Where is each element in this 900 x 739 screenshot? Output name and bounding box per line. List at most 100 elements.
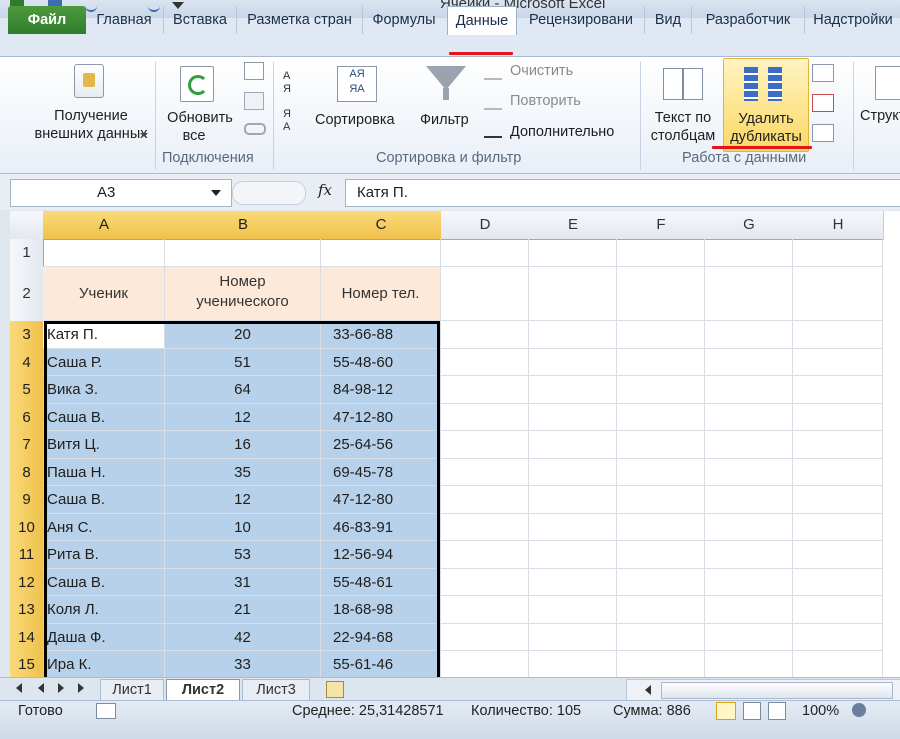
row-header-11[interactable]: 11 <box>10 541 44 570</box>
cell-a10[interactable]: Аня С. <box>43 513 165 541</box>
cell-a8[interactable]: Паша Н. <box>43 458 165 486</box>
page-break-view-icon[interactable] <box>768 702 786 720</box>
tab-addins[interactable]: Надстройки <box>804 6 900 34</box>
cell-h15[interactable] <box>793 651 883 677</box>
cell-e10[interactable] <box>529 513 617 541</box>
cell-h7[interactable] <box>793 431 883 459</box>
cell-a5[interactable]: Вика З. <box>43 376 165 404</box>
cell-c11[interactable]: 12-56-94 <box>321 541 441 569</box>
row-header-6[interactable]: 6 <box>10 403 44 432</box>
cell-g10[interactable] <box>705 513 793 541</box>
zoom-out-icon[interactable] <box>852 703 866 717</box>
cell-f4[interactable] <box>617 348 705 376</box>
cell-f1[interactable] <box>617 239 705 267</box>
cell-e15[interactable] <box>529 651 617 677</box>
scroll-left-icon[interactable] <box>645 685 651 695</box>
cell-b6[interactable]: 12 <box>165 403 321 431</box>
cell-c10[interactable]: 46-83-91 <box>321 513 441 541</box>
cell-d9[interactable] <box>441 486 529 514</box>
cell-b5[interactable]: 64 <box>165 376 321 404</box>
cell-e7[interactable] <box>529 431 617 459</box>
cell-c12[interactable]: 55-48-61 <box>321 568 441 596</box>
cell-h11[interactable] <box>793 541 883 569</box>
cell-c5[interactable]: 84-98-12 <box>321 376 441 404</box>
cell-d14[interactable] <box>441 623 529 651</box>
cell-g8[interactable] <box>705 458 793 486</box>
select-all-corner[interactable] <box>10 211 44 240</box>
cell-f8[interactable] <box>617 458 705 486</box>
sheet-tab-2[interactable]: Лист2 <box>166 679 240 701</box>
cell-e3[interactable] <box>529 321 617 349</box>
refresh-all-button[interactable]: Обновить все <box>160 60 240 150</box>
cell-a15[interactable]: Ира К. <box>43 651 165 677</box>
column-header-e[interactable]: E <box>529 211 618 240</box>
cell-c14[interactable]: 22-94-68 <box>321 623 441 651</box>
first-sheet-icon[interactable] <box>16 683 22 693</box>
worksheet-grid[interactable]: A B C D E F G H 1 2 Ученик Номер ученического Номер т… <box>10 211 900 677</box>
cell-b15[interactable]: 33 <box>165 651 321 677</box>
cell-b11[interactable]: 53 <box>165 541 321 569</box>
row-header-1[interactable]: 1 <box>10 239 44 268</box>
tab-review[interactable]: Рецензировани <box>520 6 642 34</box>
outline-button[interactable]: Структ <box>860 108 900 125</box>
data-validation-icon[interactable] <box>812 64 834 82</box>
cell-h12[interactable] <box>793 568 883 596</box>
next-sheet-icon[interactable] <box>58 683 64 693</box>
cell-b14[interactable]: 42 <box>165 623 321 651</box>
column-header-c[interactable]: C <box>321 211 442 240</box>
prev-sheet-icon[interactable] <box>38 683 44 693</box>
cell-f12[interactable] <box>617 568 705 596</box>
name-box[interactable]: A3 <box>10 179 232 207</box>
cell-g5[interactable] <box>705 376 793 404</box>
cell-g12[interactable] <box>705 568 793 596</box>
cell-h13[interactable] <box>793 596 883 624</box>
cell-h2[interactable] <box>793 267 883 321</box>
clear-button[interactable]: Очистить <box>510 63 573 79</box>
cell-g7[interactable] <box>705 431 793 459</box>
cell-a9[interactable]: Саша В. <box>43 486 165 514</box>
cell-a1[interactable] <box>43 239 165 267</box>
advanced-button[interactable]: Дополнительно <box>510 124 614 140</box>
cell-f14[interactable] <box>617 623 705 651</box>
row-header-15[interactable]: 15 <box>10 651 44 677</box>
cell-b4[interactable]: 51 <box>165 348 321 376</box>
cell-e12[interactable] <box>529 568 617 596</box>
cell-c3[interactable]: 33-66-88 <box>321 321 441 349</box>
cell-h4[interactable] <box>793 348 883 376</box>
cell-f10[interactable] <box>617 513 705 541</box>
cell-f9[interactable] <box>617 486 705 514</box>
cell-d2[interactable] <box>441 267 529 321</box>
sort-za-icon[interactable]: ЯА <box>283 108 303 136</box>
cell-h14[interactable] <box>793 623 883 651</box>
edit-links-icon[interactable] <box>244 123 266 135</box>
cell-g2[interactable] <box>705 267 793 321</box>
scroll-thumb[interactable] <box>661 682 893 699</box>
cell-e5[interactable] <box>529 376 617 404</box>
cell-b3[interactable]: 20 <box>165 321 321 349</box>
cell-a14[interactable]: Даша Ф. <box>43 623 165 651</box>
column-header-d[interactable]: D <box>441 211 530 240</box>
cell-c8[interactable]: 69-45-78 <box>321 458 441 486</box>
tab-data[interactable]: Данные <box>447 6 517 35</box>
cell-f6[interactable] <box>617 403 705 431</box>
sheet-tab-1[interactable]: Лист1 <box>100 679 164 701</box>
cell-d15[interactable] <box>441 651 529 677</box>
insert-sheet-icon[interactable] <box>326 681 344 698</box>
horizontal-scrollbar[interactable] <box>626 679 900 701</box>
cell-f7[interactable] <box>617 431 705 459</box>
cell-h1[interactable] <box>793 239 883 267</box>
column-header-f[interactable]: F <box>617 211 706 240</box>
what-if-icon[interactable] <box>812 124 834 142</box>
cell-f13[interactable] <box>617 596 705 624</box>
cell-f3[interactable] <box>617 321 705 349</box>
cell-d6[interactable] <box>441 403 529 431</box>
cell-c1[interactable] <box>321 239 441 267</box>
cell-c2[interactable]: Номер тел. <box>321 267 441 321</box>
cell-d10[interactable] <box>441 513 529 541</box>
macro-record-icon[interactable] <box>96 703 116 719</box>
row-header-4[interactable]: 4 <box>10 348 44 377</box>
cell-g13[interactable] <box>705 596 793 624</box>
get-external-data-button[interactable]: Получение внешних данных <box>30 60 152 144</box>
row-header-10[interactable]: 10 <box>10 513 44 542</box>
cell-b1[interactable] <box>165 239 321 267</box>
